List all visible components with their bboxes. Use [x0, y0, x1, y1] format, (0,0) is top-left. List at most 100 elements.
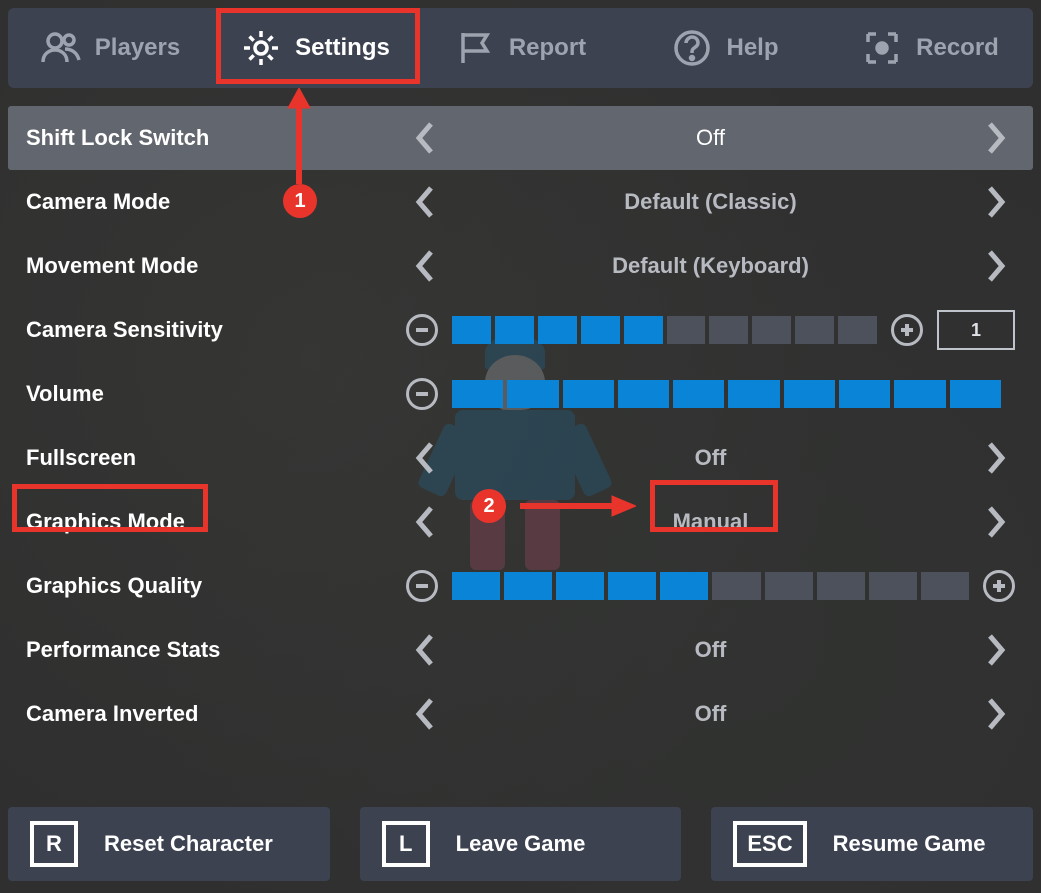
setting-label: Graphics Quality [26, 573, 406, 599]
setting-value: Off [695, 701, 727, 727]
bar-segment [581, 316, 620, 344]
bar-segment [608, 572, 656, 600]
bar-segment [660, 572, 708, 600]
bar-segment [795, 316, 834, 344]
setting-label: Shift Lock Switch [26, 125, 406, 151]
bar-segment [712, 572, 760, 600]
setting-label: Graphics Mode [26, 509, 406, 535]
prev-button[interactable] [406, 503, 444, 541]
tab-label: Record [916, 34, 999, 62]
bar-segment [452, 572, 500, 600]
setting-label: Fullscreen [26, 445, 406, 471]
bar-segment [921, 572, 969, 600]
bottom-bar: R Reset Character L Leave Game ESC Resum… [8, 807, 1033, 881]
row-shift-lock-switch: Shift Lock Switch Off [8, 106, 1033, 170]
bar-segment [839, 380, 890, 408]
sensitivity-number[interactable]: 1 [937, 310, 1015, 350]
tab-label: Settings [295, 34, 390, 62]
prev-button[interactable] [406, 119, 444, 157]
row-fullscreen: Fullscreen Off [8, 426, 1033, 490]
tab-help[interactable]: Help [623, 8, 828, 88]
button-label: Resume Game [833, 831, 986, 857]
tab-label: Report [509, 34, 586, 62]
decrease-button[interactable] [406, 378, 438, 410]
key-hint: L [382, 821, 430, 867]
next-button[interactable] [977, 439, 1015, 477]
bar-segment [563, 380, 614, 408]
setting-value: Default (Keyboard) [612, 253, 809, 279]
sensitivity-bar[interactable] [452, 316, 877, 344]
next-button[interactable] [977, 631, 1015, 669]
bar-segment [894, 380, 945, 408]
bar-segment [667, 316, 706, 344]
menu-tabs: Players Settings Report Help [8, 8, 1033, 88]
flag-icon [455, 28, 495, 68]
bar-segment [817, 572, 865, 600]
row-movement-mode: Movement Mode Default (Keyboard) [8, 234, 1033, 298]
tab-label: Help [726, 34, 778, 62]
row-graphics-mode: Graphics Mode Manual [8, 490, 1033, 554]
reset-character-button[interactable]: R Reset Character [8, 807, 330, 881]
bar-segment [624, 316, 663, 344]
bar-segment [950, 380, 1001, 408]
setting-value: Manual [673, 509, 749, 535]
tab-report[interactable]: Report [418, 8, 623, 88]
setting-label: Volume [26, 381, 406, 407]
bar-segment [765, 572, 813, 600]
setting-value: Off [695, 445, 727, 471]
help-icon [672, 28, 712, 68]
players-icon [41, 28, 81, 68]
bar-segment [452, 380, 503, 408]
resume-game-button[interactable]: ESC Resume Game [711, 807, 1033, 881]
bar-segment [752, 316, 791, 344]
record-icon [862, 28, 902, 68]
setting-value: Default (Classic) [624, 189, 796, 215]
gear-icon [241, 28, 281, 68]
quality-bar[interactable] [452, 572, 969, 600]
next-button[interactable] [977, 695, 1015, 733]
setting-label: Camera Inverted [26, 701, 406, 727]
increase-button[interactable] [891, 314, 923, 346]
volume-bar[interactable] [452, 380, 1001, 408]
next-button[interactable] [977, 119, 1015, 157]
bar-segment [495, 316, 534, 344]
bar-segment [784, 380, 835, 408]
bar-segment [507, 380, 558, 408]
setting-label: Movement Mode [26, 253, 406, 279]
decrease-button[interactable] [406, 570, 438, 602]
next-button[interactable] [977, 183, 1015, 221]
key-hint: R [30, 821, 78, 867]
bar-segment [618, 380, 669, 408]
bar-segment [728, 380, 779, 408]
prev-button[interactable] [406, 439, 444, 477]
tab-settings[interactable]: Settings [213, 8, 418, 88]
setting-value: Off [695, 637, 727, 663]
setting-label: Camera Sensitivity [26, 317, 406, 343]
row-camera-sensitivity: Camera Sensitivity 1 [8, 298, 1033, 362]
next-button[interactable] [977, 247, 1015, 285]
prev-button[interactable] [406, 247, 444, 285]
prev-button[interactable] [406, 183, 444, 221]
bar-segment [452, 316, 491, 344]
bar-segment [556, 572, 604, 600]
tab-record[interactable]: Record [828, 8, 1033, 88]
bar-segment [673, 380, 724, 408]
row-graphics-quality: Graphics Quality [8, 554, 1033, 618]
setting-value: Off [696, 125, 725, 151]
row-volume: Volume [8, 362, 1033, 426]
leave-game-button[interactable]: L Leave Game [360, 807, 682, 881]
increase-button[interactable] [983, 570, 1015, 602]
tab-label: Players [95, 34, 180, 62]
bar-segment [538, 316, 577, 344]
row-camera-inverted: Camera Inverted Off [8, 682, 1033, 746]
button-label: Reset Character [104, 831, 273, 857]
bar-segment [504, 572, 552, 600]
prev-button[interactable] [406, 631, 444, 669]
decrease-button[interactable] [406, 314, 438, 346]
sensitivity-number-text: 1 [971, 320, 981, 341]
tab-players[interactable]: Players [8, 8, 213, 88]
prev-button[interactable] [406, 695, 444, 733]
row-performance-stats: Performance Stats Off [8, 618, 1033, 682]
next-button[interactable] [977, 503, 1015, 541]
setting-label: Performance Stats [26, 637, 406, 663]
